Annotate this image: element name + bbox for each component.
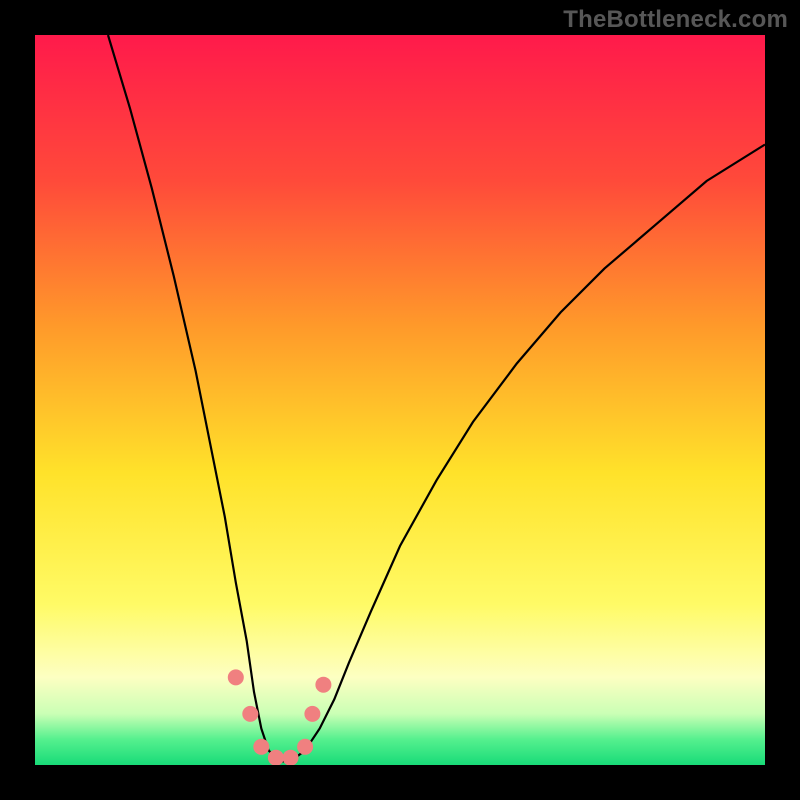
plot-area (35, 35, 765, 765)
curve-marker (283, 750, 299, 765)
bottleneck-curve (108, 35, 765, 761)
chart-frame: TheBottleneck.com (0, 0, 800, 800)
curve-marker (315, 677, 331, 693)
curve-marker (242, 706, 258, 722)
curve-marker (228, 669, 244, 685)
curve-layer (35, 35, 765, 765)
curve-marker (304, 706, 320, 722)
curve-marker (268, 750, 284, 765)
curve-markers (228, 669, 332, 765)
curve-marker (253, 739, 269, 755)
curve-marker (297, 739, 313, 755)
watermark-label: TheBottleneck.com (563, 6, 788, 34)
